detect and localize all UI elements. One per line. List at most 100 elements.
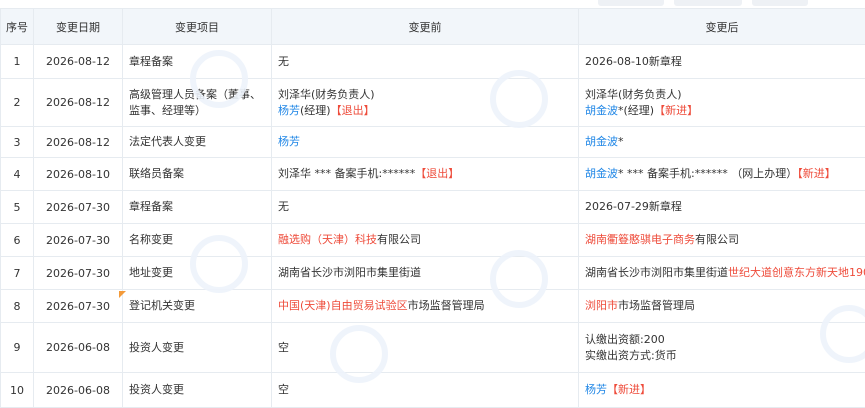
row-index: 4	[1, 158, 34, 191]
table-row: 32026-08-12 法定代表人变更杨芳 胡金波*	[1, 127, 865, 158]
change-item: 投资人变更	[123, 373, 272, 408]
cell-line: 2026-08-10新章程	[585, 54, 865, 70]
value-after: 浏阳市市场监督管理局	[579, 290, 865, 323]
cell-text: *(经理)	[618, 104, 654, 117]
toolbar-tab[interactable]	[752, 0, 808, 6]
cell-line: 胡金波*(经理)【新进】	[585, 103, 865, 119]
cell-text: 实缴出资方式:货币	[585, 349, 677, 362]
change-item: 登记机关变更	[123, 290, 272, 323]
value-after: 湖南衢簦憨骐电子商务有限公司	[579, 224, 865, 257]
cell-line: 胡金波* *** 备案手机:****** （网上办理）【新进】	[585, 166, 865, 182]
cell-text: 有限公司	[695, 233, 739, 246]
watermark-logo	[490, 250, 548, 308]
new-marker-corner	[119, 291, 126, 298]
change-record-table: 序号 变更日期 变更项目 变更前 变更后 12026-08-12章程备案无202…	[0, 8, 865, 408]
change-item: 投资人变更	[123, 323, 272, 373]
row-index: 5	[1, 191, 34, 224]
cell-line: 刘泽华(财务负责人)	[585, 87, 865, 103]
change-date: 2026-07-30	[34, 224, 123, 257]
highlight-text: 中国(天津)自由贸易试验区	[278, 299, 408, 312]
change-item: 法定代表人变更	[123, 127, 272, 158]
table-row: 82026-07-30登记机关变更中国(天津)自由贸易试验区市场监督管理局浏阳市…	[1, 290, 865, 323]
cell-text: 湖南省长沙市浏阳市集里街道	[585, 266, 728, 279]
cell-line: 杨芳	[278, 134, 578, 150]
column-header-after: 变更后	[579, 9, 865, 45]
value-after: 2026-07-29新章程	[579, 191, 865, 224]
cell-text: 空	[278, 383, 289, 396]
cell-text: * *** 备案手机:****** （网上办理）	[618, 167, 797, 180]
change-date: 2026-06-08	[34, 323, 123, 373]
cell-text: 刘泽华(财务负责人)	[278, 88, 375, 101]
change-date: 2026-07-30	[34, 290, 123, 323]
value-before: 空	[272, 373, 579, 408]
cell-line: 融选购（天津）科技有限公司	[278, 232, 578, 248]
row-index: 7	[1, 257, 34, 290]
highlight-text: 【退出】	[415, 167, 459, 180]
top-toolbar-strip	[0, 0, 865, 8]
change-date: 2026-08-12	[34, 45, 123, 79]
table-header-row: 序号 变更日期 变更项目 变更前 变更后	[1, 9, 865, 45]
person-link[interactable]: 胡金波	[585, 135, 618, 148]
value-after: 湖南省长沙市浏阳市集里街道世纪大道创意东方新天地1901号	[579, 257, 865, 290]
change-date: 2026-06-08	[34, 373, 123, 408]
row-index: 9	[1, 323, 34, 373]
highlight-text: 融选购（天津）科技	[278, 233, 377, 246]
column-header-date: 变更日期	[34, 9, 123, 45]
toolbar-tab[interactable]	[598, 0, 664, 6]
change-date: 2026-07-30	[34, 191, 123, 224]
change-date: 2026-08-10	[34, 158, 123, 191]
cell-text: 无	[278, 200, 289, 213]
table-row: 102026-06-08投资人变更空杨芳【新进】	[1, 373, 865, 408]
value-after: 2026-08-10新章程	[579, 45, 865, 79]
highlight-text: 【新进】	[607, 383, 651, 396]
cell-text: 刘泽华 *** 备案手机:******	[278, 167, 415, 180]
value-before: 刘泽华 *** 备案手机:******【退出】	[272, 158, 579, 191]
cell-line: 2026-07-29新章程	[585, 199, 865, 215]
cell-text: 认缴出资额:200	[585, 333, 665, 346]
cell-text: 市场监督管理局	[618, 299, 695, 312]
change-item-text: 联络员备案	[129, 166, 271, 182]
row-index: 6	[1, 224, 34, 257]
value-before: 融选购（天津）科技有限公司	[272, 224, 579, 257]
cell-text: 空	[278, 341, 289, 354]
toolbar-tab[interactable]	[674, 0, 742, 6]
table-row: 92026-06-08投资人变更空 认缴出资额:200 实缴出资方式:货币	[1, 323, 865, 373]
highlight-text: 【新进】	[797, 167, 836, 180]
column-header-before: 变更前	[272, 9, 579, 45]
cell-line: 湖南衢簦憨骐电子商务有限公司	[585, 232, 865, 248]
highlight-text: 世纪大道创意东方新天地1901号	[728, 266, 865, 279]
row-index: 2	[1, 79, 34, 127]
cell-line: 胡金波*	[585, 134, 865, 150]
cell-line: 浏阳市市场监督管理局	[585, 298, 865, 314]
person-link[interactable]: 杨芳	[585, 383, 607, 396]
change-item-text: 法定代表人变更	[129, 134, 271, 150]
change-item-text: 监事、经理等）	[129, 103, 271, 119]
cell-line: 实缴出资方式:货币	[585, 348, 865, 364]
cell-line: 刘泽华 *** 备案手机:******【退出】	[278, 166, 578, 182]
change-date: 2026-07-30	[34, 257, 123, 290]
person-link[interactable]: 杨芳	[278, 104, 300, 117]
value-after: 胡金波* *** 备案手机:****** （网上办理）【新进】	[579, 158, 865, 191]
person-link[interactable]: 胡金波	[585, 167, 618, 180]
highlight-text: 【新进】	[654, 104, 698, 117]
row-index: 1	[1, 45, 34, 79]
person-link[interactable]: 胡金波	[585, 104, 618, 117]
row-index: 3	[1, 127, 34, 158]
cell-line: 无	[278, 199, 578, 215]
cell-text: 2026-08-10新章程	[585, 55, 682, 68]
highlight-text: 湖南衢簦憨骐电子商务	[585, 233, 695, 246]
table-row: 72026-07-30地址变更湖南省长沙市浏阳市集里街道湖南省长沙市浏阳市集里街…	[1, 257, 865, 290]
cell-text: 无	[278, 55, 289, 68]
watermark-logo	[190, 50, 248, 108]
cell-text: *	[618, 135, 624, 148]
cell-line: 无	[278, 54, 578, 70]
cell-line: 杨芳【新进】	[585, 382, 865, 398]
highlight-text: 【退出】	[331, 104, 375, 117]
cell-text: 有限公司	[377, 233, 421, 246]
change-item-text: 投资人变更	[129, 382, 271, 398]
person-link[interactable]: 杨芳	[278, 135, 300, 148]
table-row: 42026-08-10联络员备案刘泽华 *** 备案手机:******【退出】胡…	[1, 158, 865, 191]
change-date: 2026-08-12	[34, 79, 123, 127]
change-date: 2026-08-12	[34, 127, 123, 158]
watermark-logo	[330, 325, 388, 383]
